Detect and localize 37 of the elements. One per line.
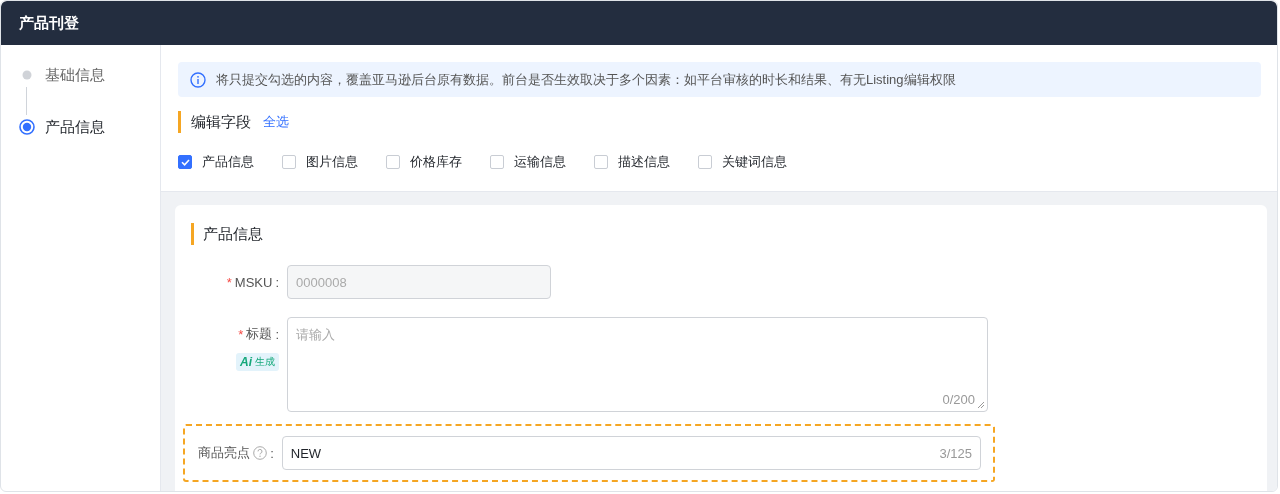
- ai-logo-icon: Ai: [240, 355, 252, 369]
- text-input[interactable]: NEW 3/125: [281, 436, 981, 470]
- required-mark: *: [238, 326, 244, 342]
- field-checkbox[interactable]: 图片信息: [282, 153, 358, 171]
- field-label: MSKU: [234, 274, 273, 290]
- field-checkbox[interactable]: 运输信息: [490, 153, 566, 171]
- step-label[interactable]: 基础信息: [45, 65, 105, 85]
- char-counter: 3/125: [939, 445, 972, 461]
- input-value: 0000008: [296, 274, 347, 290]
- placeholder: 请输入: [296, 326, 335, 344]
- section-title: 编辑字段: [191, 112, 251, 132]
- field-label: 标题: [246, 325, 273, 343]
- select-all-link[interactable]: 全选: [263, 113, 289, 131]
- checkbox[interactable]: [282, 155, 296, 169]
- field-checkbox[interactable]: 价格库存: [386, 153, 462, 171]
- section-title: 产品信息: [191, 223, 1267, 245]
- field-checkbox[interactable]: 描述信息: [594, 153, 670, 171]
- checkbox[interactable]: [386, 155, 400, 169]
- resize-handle-icon: [977, 401, 985, 409]
- checkbox[interactable]: [490, 155, 504, 169]
- step-label[interactable]: 产品信息: [45, 117, 105, 137]
- checkbox[interactable]: [594, 155, 608, 169]
- check-icon: [180, 157, 190, 167]
- page-title: 产品刊登: [19, 13, 79, 33]
- input-value: NEW: [290, 445, 322, 461]
- label-colon: :: [275, 274, 279, 290]
- field-checkbox[interactable]: 关键词信息: [698, 153, 787, 171]
- field-label: 商品亮点: [198, 444, 251, 462]
- label-colon: :: [270, 445, 274, 461]
- info-icon: [190, 71, 206, 88]
- char-counter: 0/200: [942, 392, 975, 407]
- checkbox[interactable]: [698, 155, 712, 169]
- field-checkbox[interactable]: 产品信息: [178, 153, 254, 171]
- label-colon: :: [275, 326, 279, 342]
- required-mark: *: [226, 274, 232, 290]
- checkbox[interactable]: [178, 155, 192, 169]
- notice-text: 将只提交勾选的内容，覆盖亚马逊后台原有数据。前台是否生效取决于多个因素：如平台审核的时长和结果、有无Listing编辑权限: [216, 70, 956, 89]
